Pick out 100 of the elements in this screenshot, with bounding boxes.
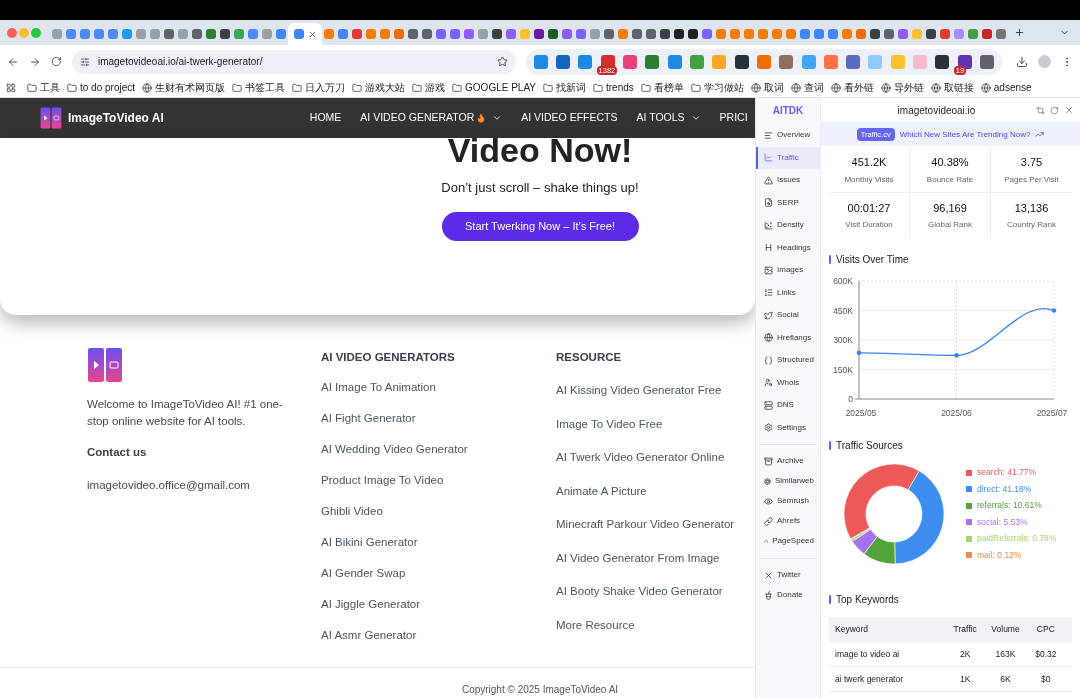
- extension-icon[interactable]: [734, 54, 749, 69]
- bookmark[interactable]: 导外链: [880, 80, 924, 95]
- folder-icon: [27, 82, 37, 93]
- bookmark-star-icon[interactable]: [496, 56, 508, 67]
- reload-icon[interactable]: [50, 56, 62, 67]
- sidebar-item[interactable]: Density: [756, 214, 820, 237]
- warning-icon: [764, 175, 773, 185]
- bookmark[interactable]: adsense: [980, 80, 1032, 95]
- bookmark[interactable]: 书签工具: [232, 80, 286, 95]
- brand-name[interactable]: ImageToVideo AI: [68, 109, 164, 127]
- nav-link[interactable]: PRICI: [719, 110, 748, 126]
- footer-link[interactable]: Minecraft Parkour Video Generator: [556, 517, 735, 532]
- back-icon[interactable]: [7, 55, 19, 68]
- sidebar-item[interactable]: SERP: [756, 191, 820, 214]
- sidebar-item[interactable]: Ahrefs: [756, 511, 820, 531]
- bookmark[interactable]: 查词: [790, 80, 824, 95]
- sidebar-item[interactable]: Hreflangs: [756, 326, 820, 349]
- extension-icon[interactable]: [935, 54, 950, 69]
- close-window-icon[interactable]: [7, 27, 17, 38]
- bookmark[interactable]: 取词: [750, 80, 784, 95]
- nav-link[interactable]: AI VIDEO GENERATOR: [360, 110, 503, 126]
- sidebar-item[interactable]: Issues: [756, 169, 820, 192]
- stat-label: Global Rank: [928, 219, 972, 232]
- folder-icon: [452, 82, 463, 93]
- sidebar-item[interactable]: Twitter: [756, 565, 820, 585]
- stat-label: Bounce Rate: [926, 173, 974, 186]
- sidebar-item[interactable]: Donate: [756, 585, 820, 605]
- bookmark[interactable]: 游戏: [412, 80, 446, 95]
- site-settings-icon[interactable]: [79, 56, 90, 67]
- legend-label: social: 5.53%: [977, 516, 1028, 528]
- nav-link[interactable]: HOME: [309, 110, 342, 126]
- maximize-window-icon[interactable]: [31, 27, 41, 38]
- sidebar-item[interactable]: Structured: [756, 349, 820, 372]
- sidebar-item[interactable]: Overview: [756, 124, 820, 147]
- footer-link[interactable]: AI Image To Animation: [321, 380, 556, 395]
- folder-icon: [412, 82, 423, 93]
- download-icon[interactable]: [1016, 55, 1029, 68]
- chevron-down-icon: [690, 113, 701, 123]
- sidebar-item[interactable]: DNS: [756, 394, 820, 417]
- stat-value: 00:01:27: [847, 200, 891, 216]
- table-cell-text: $0: [1040, 672, 1052, 686]
- sidebar-item[interactable]: Social: [756, 304, 820, 327]
- footer-link[interactable]: AI Jiggle Generator: [321, 597, 556, 612]
- footer-link[interactable]: AI Gender Swap: [321, 566, 556, 581]
- list-icon: [764, 288, 773, 298]
- extension-icon[interactable]: [957, 54, 972, 69]
- footer-link[interactable]: Product Image To Video: [321, 473, 556, 488]
- bookmark[interactable]: 游戏大站: [352, 80, 406, 95]
- sidebar-item[interactable]: Images: [756, 259, 820, 282]
- sidebar-item[interactable]: Archive: [756, 451, 820, 471]
- cta-button[interactable]: Start Twerking Now – It’s Free!: [441, 211, 639, 241]
- sidebar-item[interactable]: Semrush: [756, 491, 820, 511]
- refresh-icon[interactable]: [1050, 105, 1059, 115]
- nav-link[interactable]: AI TOOLS: [636, 110, 701, 126]
- link-icon: [764, 516, 773, 526]
- bookmark[interactable]: 看榜单: [640, 80, 684, 95]
- bookmark[interactable]: 取链接: [930, 80, 974, 95]
- sidebar-item[interactable]: Links: [756, 281, 820, 304]
- footer-link[interactable]: AI Bikini Generator: [321, 535, 556, 550]
- bookmark[interactable]: 找新词: [543, 80, 586, 95]
- table-cell-text: 2K: [958, 647, 972, 661]
- address-bar[interactable]: imagetovideoai.io/ai-twerk-generator/: [71, 49, 516, 74]
- sidebar-item[interactable]: Settings: [756, 416, 820, 439]
- sidebar-item[interactable]: Traffic: [756, 146, 820, 169]
- folder-icon: [67, 82, 77, 93]
- bookmark[interactable]: 学习做站: [690, 80, 744, 95]
- apps-icon[interactable]: [6, 82, 16, 93]
- bookmark[interactable]: 工具: [27, 80, 60, 95]
- bookmark[interactable]: 日入万刀: [292, 80, 346, 95]
- extension-icon[interactable]: [980, 54, 995, 69]
- footer-link[interactable]: AI Booty Shake Video Generator: [556, 584, 735, 599]
- bookmark[interactable]: 生财有术网页版: [142, 80, 226, 95]
- new-tab-icon[interactable]: [1014, 27, 1025, 38]
- bookmark[interactable]: to do project: [67, 80, 136, 95]
- footer-link[interactable]: AI Video Generator From Image: [556, 550, 735, 565]
- footer-link[interactable]: Animate A Picture: [556, 483, 735, 498]
- bookmark[interactable]: GOOGLE PLAY: [452, 80, 536, 95]
- bookmark[interactable]: 看外链: [830, 80, 874, 95]
- email-link[interactable]: imagetovideo.office@gmail.com: [87, 477, 321, 495]
- sidebar-item[interactable]: PageSpeed: [756, 531, 820, 551]
- footer-link[interactable]: AI Asmr Generator: [321, 628, 556, 643]
- sidebar-item[interactable]: Similarweb: [756, 471, 820, 491]
- footer-link[interactable]: AI Twerk Video Generator Online: [556, 450, 735, 465]
- crop-icon[interactable]: [1036, 105, 1045, 115]
- footer-link[interactable]: More Resource: [556, 617, 735, 632]
- close-icon[interactable]: [307, 29, 317, 39]
- footer-link[interactable]: AI Kissing Video Generator Free: [556, 383, 735, 398]
- extension-icon[interactable]: [555, 54, 570, 69]
- sidebar-item[interactable]: Whois: [756, 371, 820, 394]
- footer-link[interactable]: Ghibli Video: [321, 504, 556, 519]
- close-icon[interactable]: [1064, 105, 1074, 115]
- footer-link[interactable]: Image To Video Free: [556, 416, 735, 431]
- forward-icon[interactable]: [28, 55, 41, 68]
- y-tick-label: 300K: [833, 335, 853, 345]
- footer-link[interactable]: AI Fight Generator: [321, 411, 556, 426]
- stat-label: Visit Duration: [845, 219, 893, 232]
- nav-link[interactable]: AI VIDEO EFFECTS: [521, 110, 618, 126]
- bookmark[interactable]: trends: [593, 80, 634, 95]
- sidebar-item[interactable]: Headings: [756, 236, 820, 259]
- footer-link[interactable]: AI Wedding Video Generator: [321, 442, 556, 457]
